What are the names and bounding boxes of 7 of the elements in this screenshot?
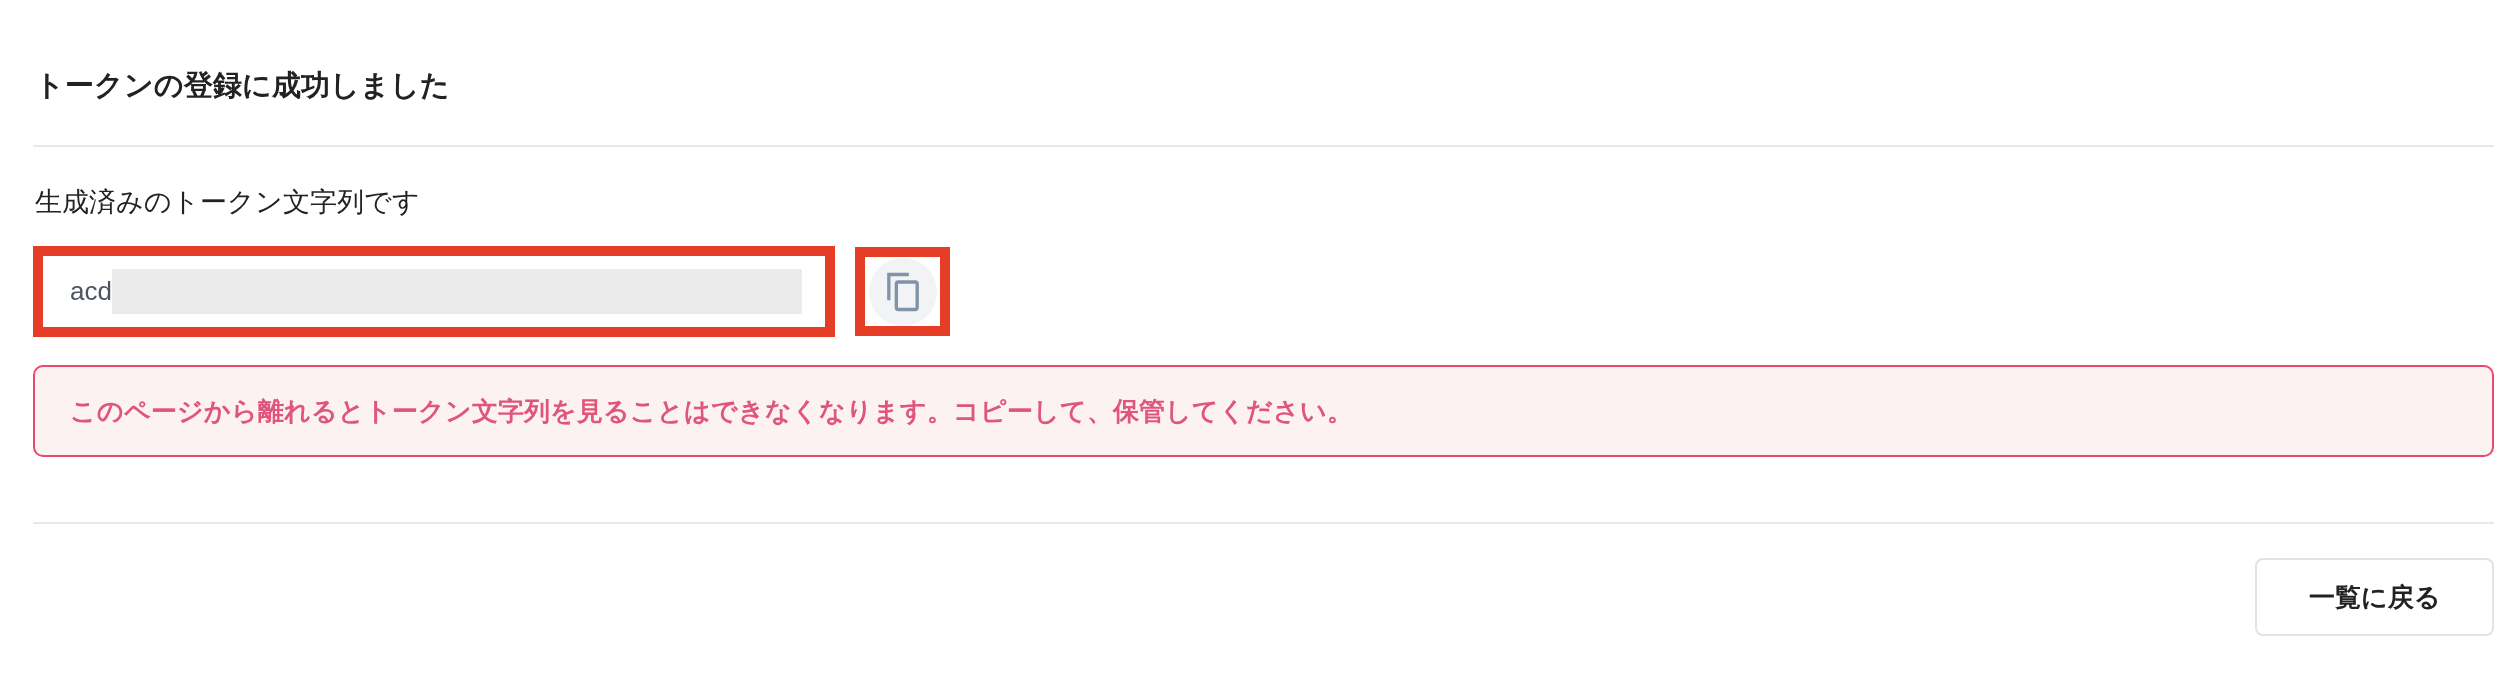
copy-button[interactable]: [855, 247, 950, 336]
page-title: トークンの登録に成功しました: [35, 68, 450, 103]
back-to-list-button[interactable]: 一覧に戻る: [2255, 558, 2494, 636]
field-label: 生成済みのトークン文字列です: [35, 186, 420, 219]
warning-message: このページから離れるとトークン文字列を見ることはできなくなります。コピーして、保管してください。: [33, 365, 2494, 457]
copy-icon: [868, 257, 937, 326]
token-field[interactable]: acd: [33, 246, 835, 337]
